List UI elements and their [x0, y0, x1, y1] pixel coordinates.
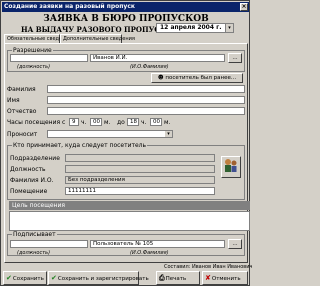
who-receives-title: Кто принимает, куда следует посетитель	[12, 142, 148, 149]
permission-position-field[interactable]	[10, 54, 88, 62]
composer-label: Составил:	[164, 264, 191, 270]
save-register-button[interactable]: ✔Сохранить и зарегистрировать	[48, 271, 149, 285]
permission-browse-button[interactable]: ...	[228, 53, 242, 63]
to-hour-unit: ч.	[141, 119, 147, 126]
tab-panel: Разрешение Иванов И.И. ... (должность) (…	[4, 43, 250, 263]
carries-select[interactable]: ▾	[47, 130, 173, 138]
permission-name-caption: (И.О.Фамилия)	[130, 64, 169, 70]
position-field	[65, 165, 215, 173]
print-button[interactable]: ⎙Печать	[156, 271, 200, 285]
room-label: Помещение	[10, 188, 48, 195]
name-label: Имя	[7, 97, 20, 104]
status-bar: Составил: Иванов Иван Иванович	[4, 264, 252, 271]
close-icon: ✘	[205, 274, 211, 282]
permission-position-caption: (должность)	[17, 64, 51, 70]
chevron-down-icon[interactable]: ▾	[165, 131, 172, 137]
room-field[interactable]: 11111111	[65, 187, 215, 195]
carries-label: Проносит	[7, 131, 38, 138]
hours-label: Часы посещения с	[7, 119, 66, 126]
fio-label: Фамилия И.О.	[10, 177, 54, 184]
surname-label: Фамилия	[7, 86, 36, 93]
patronymic-label: Отчество	[7, 108, 37, 115]
department-field	[65, 154, 215, 162]
permission-group-title: Разрешение	[12, 47, 53, 54]
chevron-down-icon[interactable]: ▾	[225, 24, 233, 32]
signer-group-title: Подписывает	[12, 231, 57, 238]
signer-name-field[interactable]: Пользователь № 105	[90, 240, 225, 248]
patronymic-field[interactable]	[47, 107, 245, 115]
title-bar: Создание заявки на разовый пропуск ×	[2, 2, 249, 12]
department-label: Подразделение	[10, 155, 60, 162]
permission-name-field[interactable]: Иванов И.И.	[90, 54, 225, 62]
purpose-field[interactable]	[9, 211, 250, 231]
signer-browse-button[interactable]: ...	[228, 239, 242, 249]
cancel-button[interactable]: ✘Отменить	[202, 271, 248, 285]
date-picker[interactable]: 12 апреля 2004 г. ▾	[156, 23, 234, 33]
name-field[interactable]	[47, 96, 245, 104]
visited-before-button[interactable]: ☻ посетитель был ранее...	[151, 73, 243, 83]
from-hour-unit: ч.	[81, 119, 87, 126]
signer-name-caption: (И.О.Фамилия)	[130, 250, 169, 256]
composer-value: Иванов Иван Иванович	[192, 264, 253, 270]
surname-field[interactable]	[47, 85, 245, 93]
check-icon: ✔	[6, 274, 12, 282]
date-value: 12 апреля 2004 г.	[160, 24, 222, 31]
to-minute-field[interactable]: 00	[150, 118, 162, 126]
fio-field: Без подразделения	[65, 176, 215, 184]
check-icon: ✔	[51, 274, 57, 282]
dialog-window: Создание заявки на разовый пропуск × ЗАЯ…	[0, 0, 252, 286]
select-person-button[interactable]	[221, 156, 241, 178]
signer-position-caption: (должность)	[17, 250, 51, 256]
to-hour-field[interactable]: 18	[127, 118, 139, 126]
signer-position-field[interactable]	[10, 240, 88, 248]
window-title: Создание заявки на разовый пропуск	[4, 3, 135, 10]
from-minute-unit: м.	[104, 119, 111, 126]
hours-to-label: до	[117, 119, 125, 126]
position-label: Должность	[10, 166, 46, 173]
save-button[interactable]: ✔Сохранить	[3, 271, 47, 285]
purpose-header: Цель посещения	[9, 201, 250, 210]
from-hour-field[interactable]: 9	[69, 118, 79, 126]
from-minute-field[interactable]: 00	[90, 118, 102, 126]
to-minute-unit: м.	[164, 119, 171, 126]
printer-icon: ⎙	[159, 274, 165, 282]
close-icon[interactable]: ×	[240, 3, 248, 11]
people-icon	[225, 159, 237, 172]
